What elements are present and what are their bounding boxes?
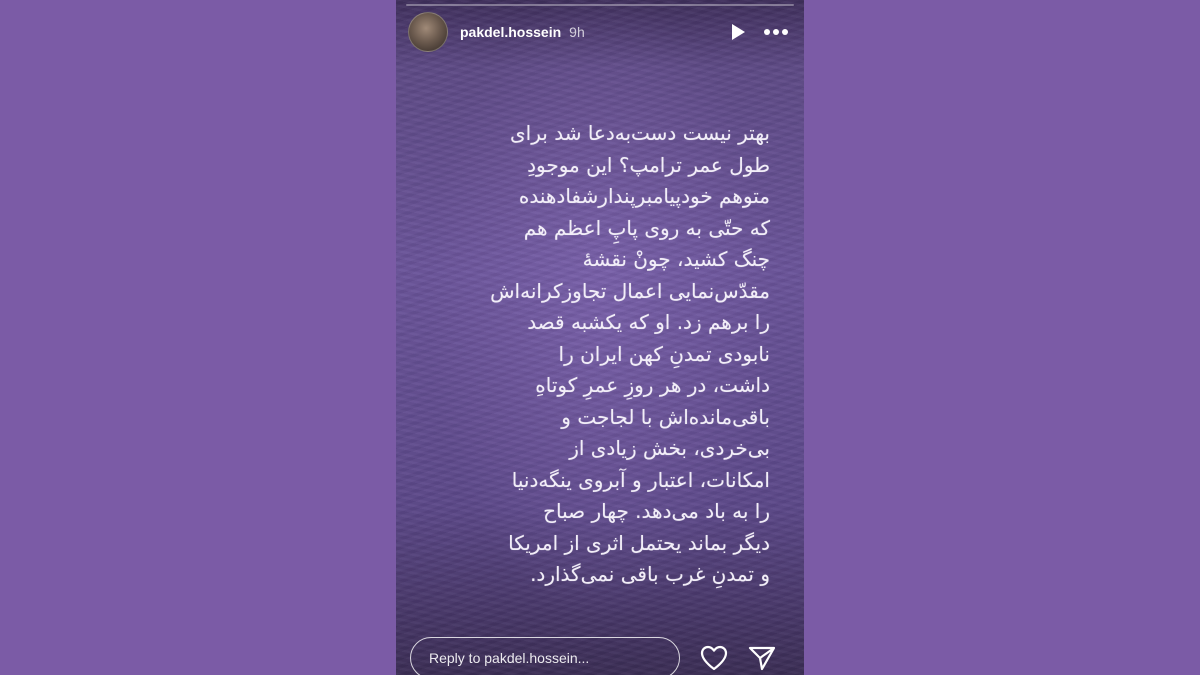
send-icon-glyph	[748, 646, 776, 671]
story-text-line: داشت، در هر روزِ عمرِ کوتاهِ	[535, 373, 770, 397]
story-text-line: امکانات، اعتبار و آبروی ینگه‌دنیا	[511, 467, 770, 492]
heart-icon[interactable]	[700, 644, 728, 672]
story-text-line: را به باد می‌دهد. چهار صباح	[543, 499, 770, 523]
more-icon[interactable]	[762, 18, 790, 46]
play-icon[interactable]	[724, 18, 752, 46]
more-icon-glyph	[764, 29, 788, 35]
story-text-line: متوهم خودپیامبرپندارشفادهنده	[518, 184, 770, 208]
story-text-line: نابودی تمدنِ کهن ایران را	[558, 341, 770, 366]
story-footer: Reply to pakdel.hossein...	[410, 636, 790, 675]
page: pakdel.hossein 9h بهتر نیست دست‌به‌دعا ش…	[0, 0, 1200, 675]
heart-icon-glyph	[700, 645, 728, 671]
story-text: بهتر نیست دست‌به‌دعا شد برای طول عمر ترا…	[430, 118, 770, 591]
avatar[interactable]	[408, 12, 448, 52]
play-icon-glyph	[732, 24, 745, 40]
story-text-line: چنگ کشید، چونْ نقشهٔ	[582, 247, 770, 271]
story-text-line: مقدّس‌نمایی اعمال تجاوزکرانه‌اش	[490, 278, 770, 303]
story-text-line: و تمدنِ غرب باقی نمی‌گذارد.	[530, 562, 770, 586]
story-text-line: باقی‌مانده‌اش با لجاجت و	[561, 404, 770, 429]
username[interactable]: pakdel.hossein	[460, 24, 561, 40]
reply-input[interactable]: Reply to pakdel.hossein...	[410, 637, 680, 675]
story-text-line: دیگر بماند یحتمل اثری از امریکا	[508, 530, 770, 555]
post-time: 9h	[569, 24, 585, 40]
story-text-line: بهتر نیست دست‌به‌دعا شد برای	[510, 121, 770, 145]
story-text-line: بی‌خردی، بخش زیادی از	[569, 436, 770, 460]
reply-placeholder: Reply to pakdel.hossein...	[429, 650, 590, 666]
send-icon[interactable]	[748, 644, 776, 672]
story-viewer[interactable]: pakdel.hossein 9h بهتر نیست دست‌به‌دعا ش…	[396, 0, 804, 675]
story-text-line: طول عمر ترامپ؟ این موجودِ	[527, 152, 770, 177]
story-text-line: را برهم زد. او که یکشبه قصد	[527, 310, 770, 334]
story-progress-bar	[406, 4, 794, 6]
story-text-line: که حتّی به روی پاپِ اعظم هم	[523, 215, 770, 240]
story-header: pakdel.hossein 9h	[408, 12, 790, 52]
